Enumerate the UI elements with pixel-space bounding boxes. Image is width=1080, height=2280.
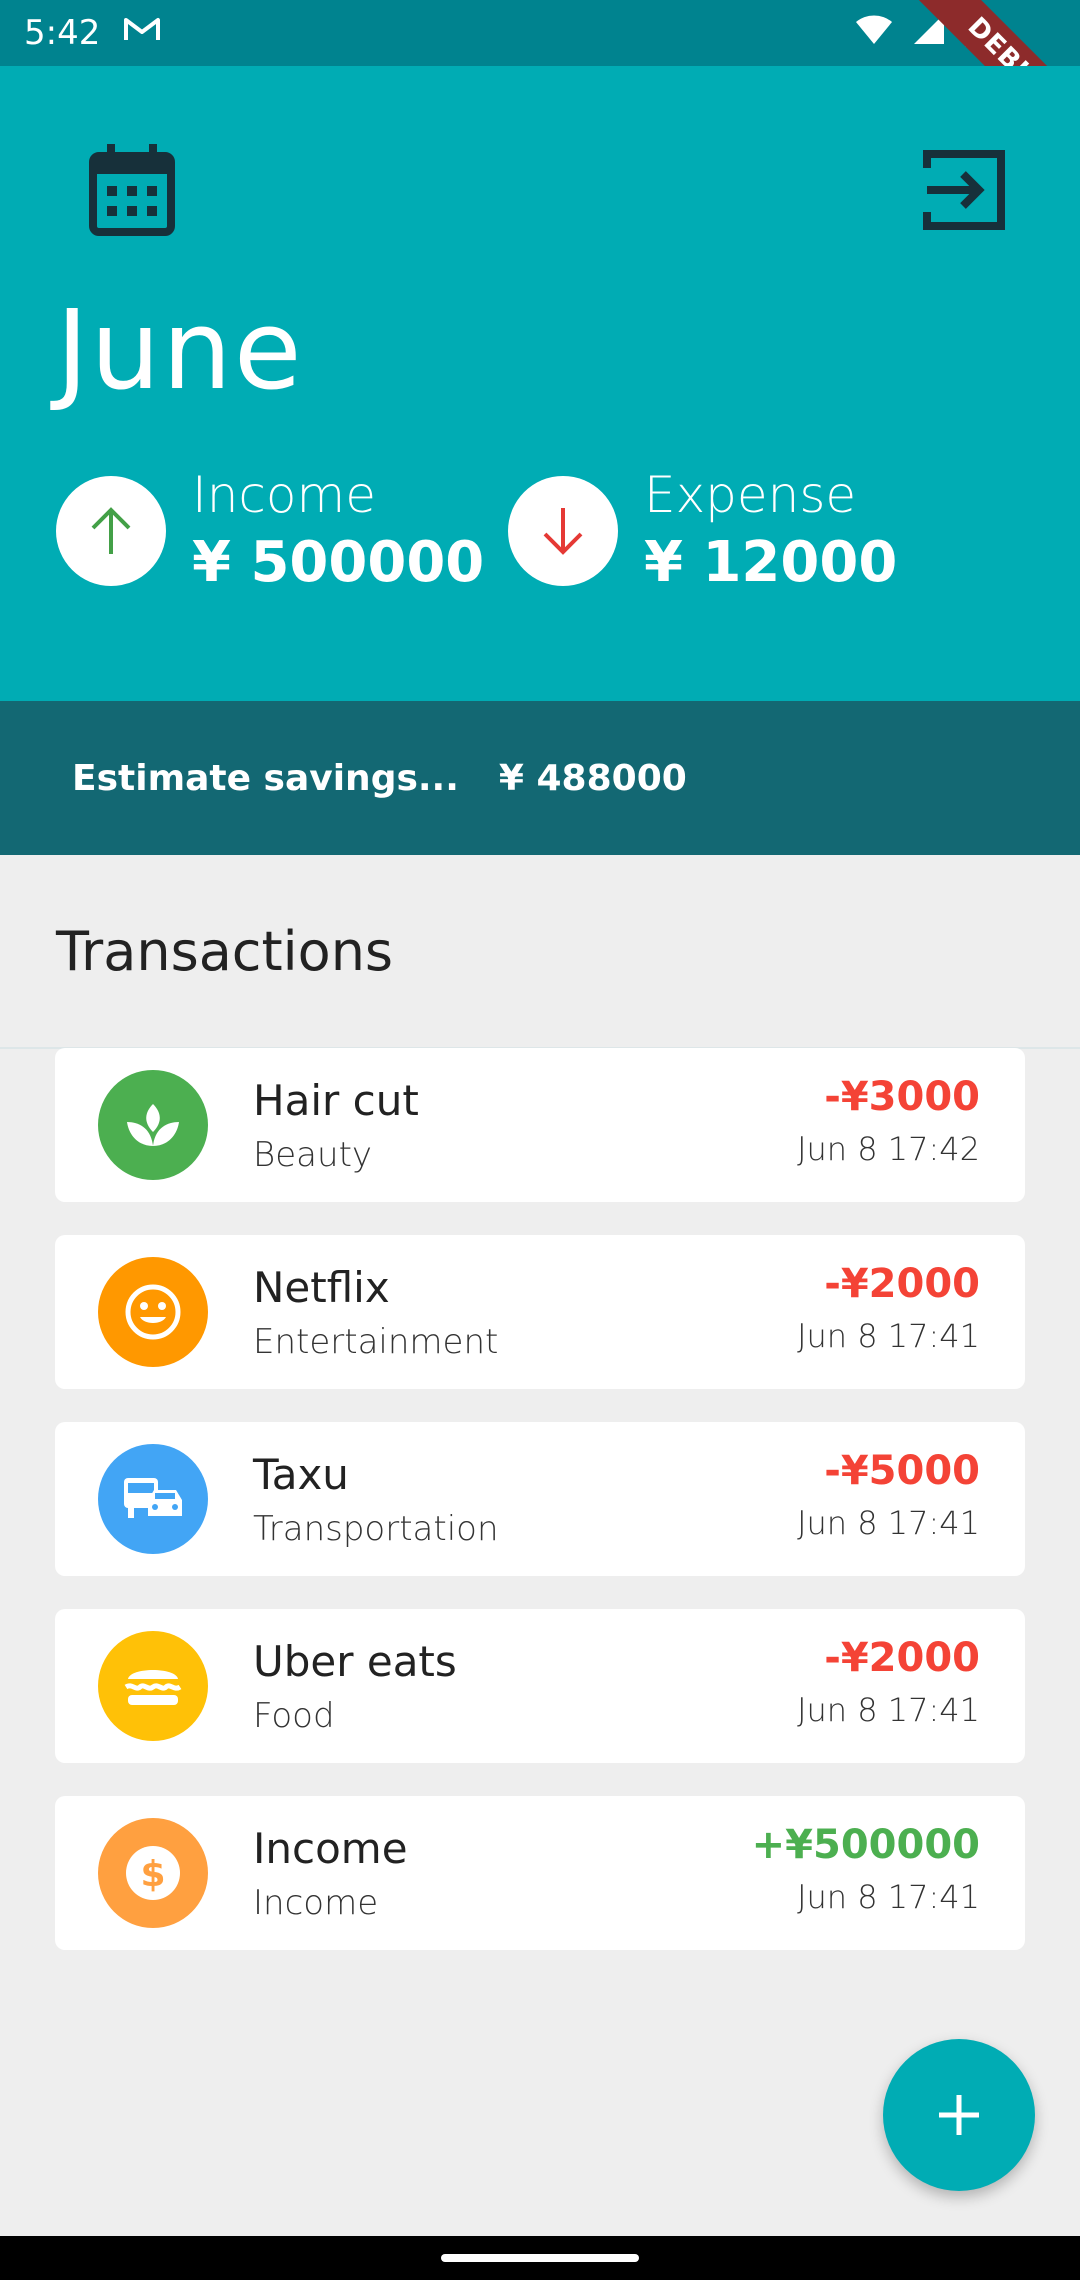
transaction-amount: +¥500000 <box>751 1822 980 1868</box>
spa-icon <box>127 1104 179 1146</box>
income-badge <box>56 475 166 586</box>
month-title: June <box>56 286 304 414</box>
transactions-title: Transactions <box>56 920 394 983</box>
transaction-date: Jun 8 17:41 <box>797 1878 980 1916</box>
income-value: ¥ 500000 <box>192 530 485 595</box>
transaction-date: Jun 8 17:41 <box>797 1504 980 1542</box>
transaction-title: Taxu <box>253 1449 349 1499</box>
system-nav-bar <box>0 2236 1080 2280</box>
transaction-card[interactable]: Netflix Entertainment -¥2000 Jun 8 17:41 <box>55 1235 1025 1389</box>
category-icon-badge <box>98 1070 208 1180</box>
transaction-category: Income <box>253 1882 379 1923</box>
month-header: June Income ¥ 500000 Expense ¥ 12000 <box>0 66 1080 701</box>
expense-summary: Expense ¥ 12000 <box>508 466 897 595</box>
income-label: Income <box>192 466 376 524</box>
logout-icon <box>923 150 1005 230</box>
arrow-down-icon <box>543 507 583 555</box>
wifi-icon <box>854 12 894 55</box>
category-icon-badge: $ <box>98 1818 208 1928</box>
savings-bar: Estimate savings... ¥ 488000 <box>0 701 1080 855</box>
logout-button[interactable] <box>916 140 1016 240</box>
transaction-date: Jun 8 17:41 <box>797 1317 980 1355</box>
transaction-title: Hair cut <box>253 1075 419 1125</box>
savings-label: Estimate savings... <box>72 757 459 799</box>
transaction-amount: -¥5000 <box>824 1448 980 1494</box>
transaction-amount: -¥3000 <box>824 1074 980 1120</box>
category-icon-badge <box>98 1444 208 1554</box>
transaction-title: Netflix <box>253 1262 390 1312</box>
calendar-icon <box>89 144 175 236</box>
transaction-title: Uber eats <box>253 1636 457 1686</box>
transaction-title: Income <box>253 1823 408 1873</box>
transaction-list: Hair cut Beauty -¥3000 Jun 8 17:42 Netfl… <box>55 1048 1025 1983</box>
smiley-icon <box>125 1284 181 1340</box>
calendar-button[interactable] <box>82 140 182 240</box>
transaction-card[interactable]: Hair cut Beauty -¥3000 Jun 8 17:42 <box>55 1048 1025 1202</box>
svg-text:$: $ <box>140 1854 165 1895</box>
category-icon-badge <box>98 1631 208 1741</box>
transaction-amount: -¥2000 <box>824 1635 980 1681</box>
expense-label: Expense <box>644 466 857 524</box>
transaction-date: Jun 8 17:42 <box>797 1130 980 1168</box>
status-bar: 5:42 DEBUG <box>0 0 1080 175</box>
expense-value: ¥ 12000 <box>644 530 898 595</box>
plus-icon <box>939 2095 979 2135</box>
burger-icon <box>124 1670 182 1705</box>
arrow-up-icon <box>91 506 131 554</box>
category-icon-badge <box>98 1257 208 1367</box>
transaction-category: Food <box>253 1695 335 1736</box>
income-summary: Income ¥ 500000 <box>56 466 484 595</box>
transaction-card[interactable]: Taxu Transportation -¥5000 Jun 8 17:41 <box>55 1422 1025 1576</box>
transaction-card[interactable]: $ Income Income +¥500000 Jun 8 17:41 <box>55 1796 1025 1950</box>
add-transaction-button[interactable] <box>883 2039 1035 2191</box>
transaction-card[interactable]: Uber eats Food -¥2000 Jun 8 17:41 <box>55 1609 1025 1763</box>
savings-value: ¥ 488000 <box>498 757 687 799</box>
transaction-amount: -¥2000 <box>824 1261 980 1307</box>
transaction-category: Transportation <box>253 1508 499 1549</box>
dollar-icon: $ <box>126 1846 180 1900</box>
status-time: 5:42 <box>24 13 101 53</box>
home-gesture-handle[interactable] <box>441 2254 639 2262</box>
transaction-category: Beauty <box>253 1134 373 1175</box>
transaction-date: Jun 8 17:41 <box>797 1691 980 1729</box>
transport-icon <box>124 1478 182 1518</box>
gmail-icon <box>122 13 162 53</box>
transaction-category: Entertainment <box>253 1321 499 1362</box>
expense-badge <box>508 475 618 586</box>
